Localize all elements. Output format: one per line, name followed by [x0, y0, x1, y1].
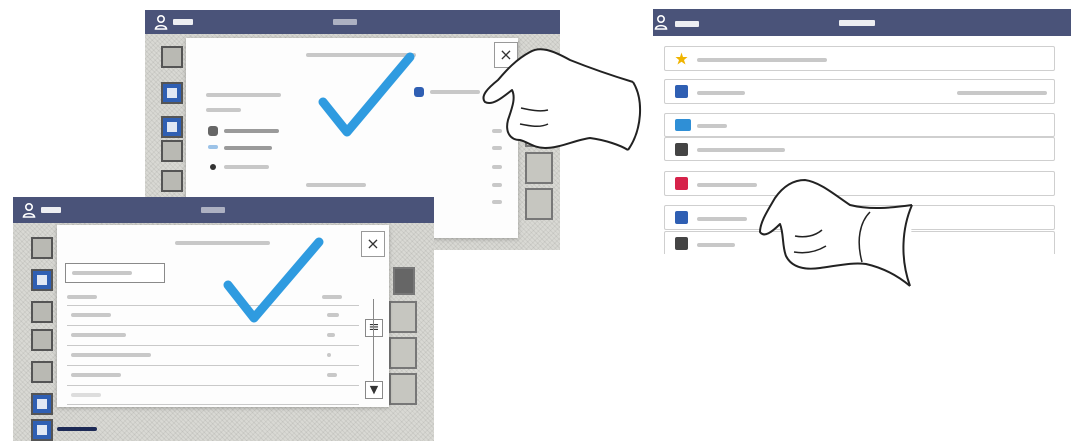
checkmark-icon — [223, 237, 324, 323]
pointing-hand-icon — [482, 48, 642, 151]
checkmark-icon — [318, 52, 415, 137]
pointing-hand-icon — [759, 179, 913, 287]
annotation-overlay — [223, 48, 913, 323]
